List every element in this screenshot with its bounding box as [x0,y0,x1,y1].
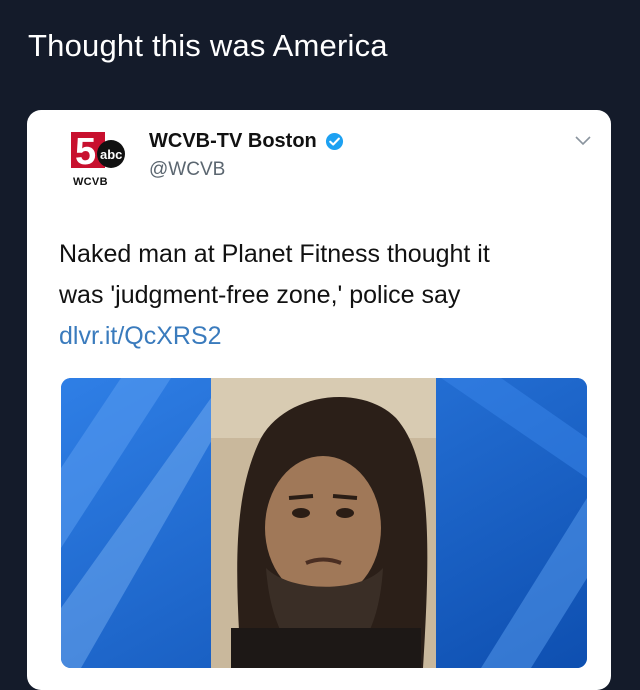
tweet-body: Naked man at Planet Fitness thought it w… [59,234,589,357]
mugshot-image [61,378,587,668]
user-handle[interactable]: @WCVB [149,159,225,181]
logo-wordmark: WCVB [73,176,108,188]
tweet-text-line-1: Naked man at Planet Fitness thought it [59,240,490,268]
verified-badge-icon [325,132,343,151]
tweet-media-image[interactable] [61,378,587,668]
svg-text:abc: abc [100,147,122,162]
chevron-down-icon[interactable] [575,136,591,146]
tweet-text-line-2: was 'judgment-free zone,' police say [59,281,461,309]
svg-text:5: 5 [75,131,96,173]
tweet-card[interactable]: 5 abc WCVB WCVB-TV Boston @WCVB Naked ma… [27,110,611,690]
wcvb-abc-logo-icon[interactable]: 5 abc WCVB [71,130,129,188]
display-name[interactable]: WCVB-TV Boston [149,130,317,153]
tweet-link[interactable]: dlvr.it/QcXRS2 [59,316,589,357]
post-caption: Thought this was America [28,28,388,63]
author-row: WCVB-TV Boston [149,130,344,153]
